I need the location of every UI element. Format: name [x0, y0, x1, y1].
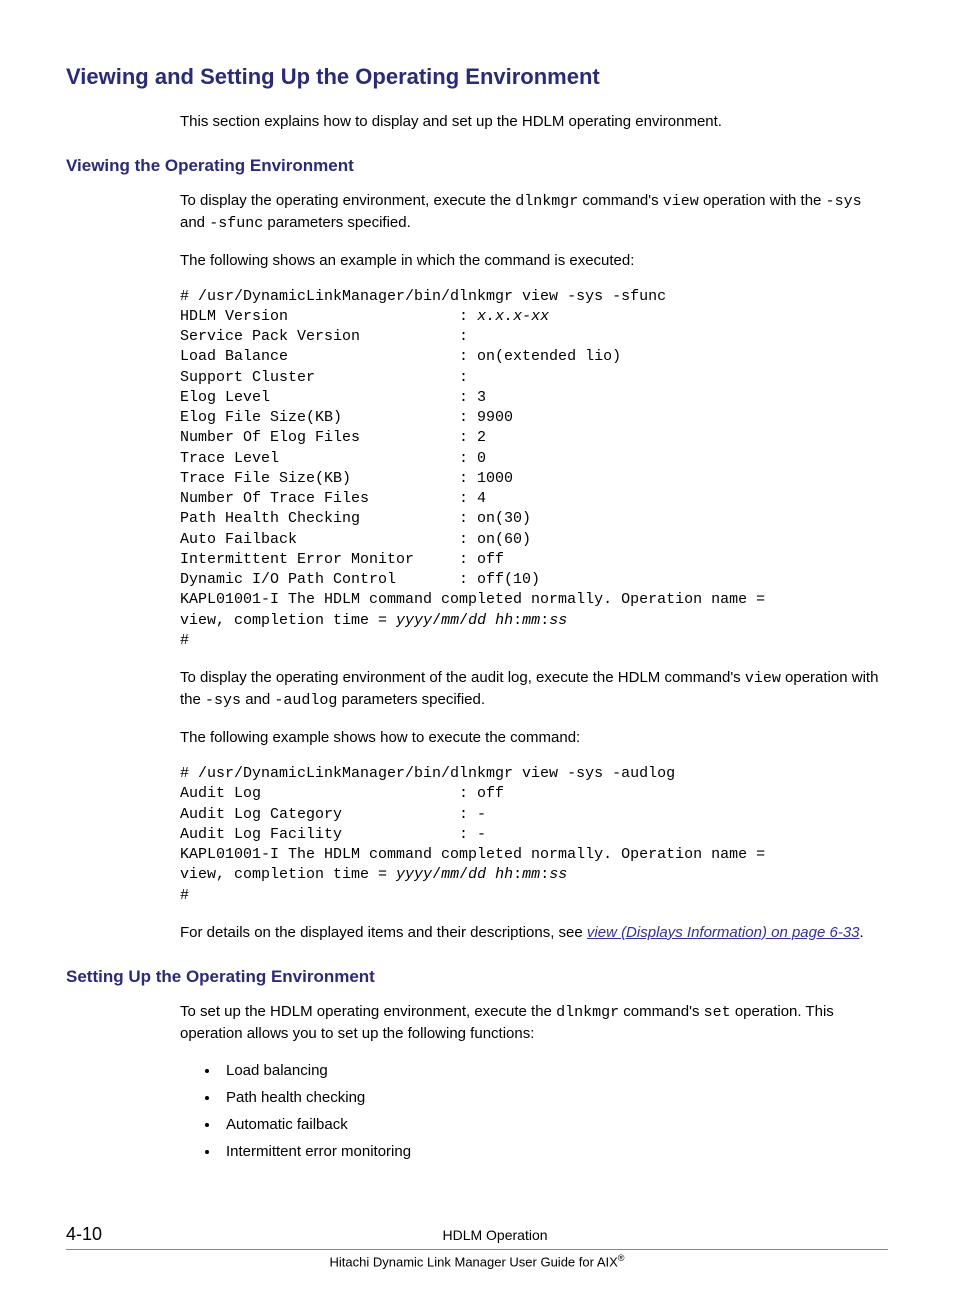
list-item: Load balancing	[220, 1060, 888, 1081]
text: To display the operating environment of …	[180, 669, 745, 686]
section-heading-viewing: Viewing the Operating Environment	[66, 154, 888, 178]
text: parameters specified.	[337, 691, 485, 708]
list-item: Intermittent error monitoring	[220, 1141, 888, 1162]
footer-title: HDLM Operation	[102, 1226, 888, 1246]
viewing-p2: The following shows an example in which …	[180, 250, 888, 271]
viewing-p1: To display the operating environment, ex…	[180, 190, 888, 234]
code-inline: -sfunc	[209, 215, 263, 232]
code-inline: -sys	[205, 692, 241, 709]
code-inline: set	[704, 1004, 731, 1021]
section-heading-setting: Setting Up the Operating Environment	[66, 965, 888, 989]
intro-paragraph: This section explains how to display and…	[180, 111, 888, 132]
functions-list: Load balancing Path health checking Auto…	[180, 1060, 888, 1162]
code-inline: -sys	[826, 193, 862, 210]
viewing-p3: To display the operating environment of …	[180, 667, 888, 711]
footer-subtitle: Hitachi Dynamic Link Manager User Guide …	[66, 1252, 888, 1272]
text: For details on the displayed items and t…	[180, 924, 587, 941]
text: .	[860, 924, 864, 941]
code-inline: -audlog	[274, 692, 337, 709]
text: To set up the HDLM operating environment…	[180, 1003, 556, 1020]
code-inline: dlnkmgr	[515, 193, 578, 210]
code-block-sfunc: # /usr/DynamicLinkManager/bin/dlnkmgr vi…	[180, 287, 888, 652]
code-block-audlog: # /usr/DynamicLinkManager/bin/dlnkmgr vi…	[180, 764, 888, 906]
text: and	[241, 691, 274, 708]
code-inline: view	[663, 193, 699, 210]
code-inline: dlnkmgr	[556, 1004, 619, 1021]
text: To display the operating environment, ex…	[180, 192, 515, 209]
text: command's	[619, 1003, 704, 1020]
viewing-p5: For details on the displayed items and t…	[180, 922, 888, 943]
list-item: Automatic failback	[220, 1114, 888, 1135]
page-heading: Viewing and Setting Up the Operating Env…	[66, 62, 888, 93]
page-number: 4-10	[66, 1222, 102, 1247]
setting-p1: To set up the HDLM operating environment…	[180, 1001, 888, 1044]
view-displays-information-link[interactable]: view (Displays Information) on page 6-33	[587, 924, 860, 941]
viewing-p4: The following example shows how to execu…	[180, 727, 888, 748]
text: and	[180, 214, 209, 231]
code-inline: view	[745, 670, 781, 687]
text: command's	[578, 192, 663, 209]
text: parameters specified.	[263, 214, 411, 231]
text: operation with the	[699, 192, 826, 209]
list-item: Path health checking	[220, 1087, 888, 1108]
page-footer: 4-10 HDLM Operation Hitachi Dynamic Link…	[66, 1222, 888, 1272]
